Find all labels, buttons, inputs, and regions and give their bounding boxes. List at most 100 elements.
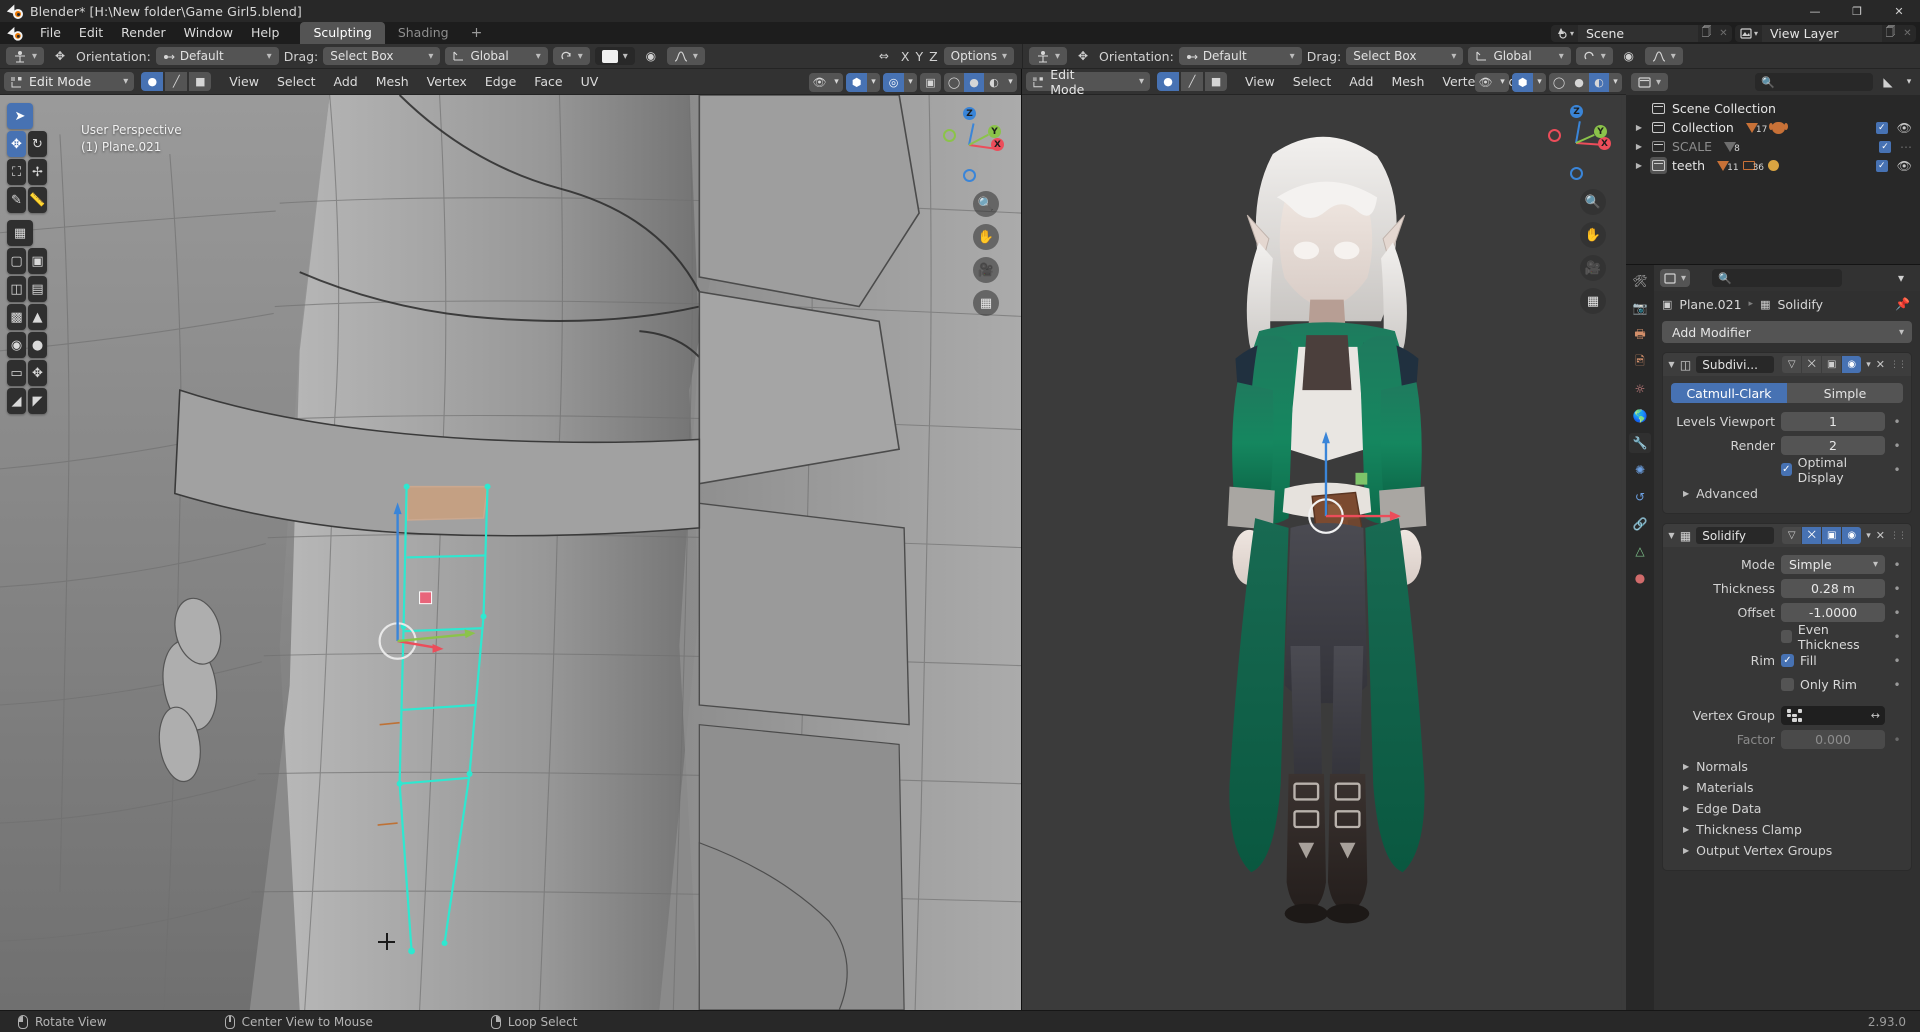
menu-window[interactable]: Window <box>175 23 242 43</box>
orientation-dropdown-2[interactable]: Default ▾ <box>1178 47 1302 65</box>
tool-shrink-icon[interactable]: ▭ <box>7 360 26 386</box>
properties-scroll-area[interactable]: Add Modifier ▾ ▼ ◫ Subdivi... ▽ ⨉ ▣ ◉ ▾ … <box>1654 317 1920 1010</box>
toggle-edit-mode-icon[interactable]: ⨉ <box>1802 527 1822 544</box>
subpanel-thickness-clamp[interactable]: ▶ Thickness Clamp <box>1671 819 1903 840</box>
tool-move-icon[interactable]: ✥ <box>7 131 26 157</box>
animate-dot-icon[interactable]: • <box>1891 464 1903 476</box>
toggle-render-icon[interactable]: ◉ <box>1842 527 1862 544</box>
drag-dropdown[interactable]: Select Box ▾ <box>323 47 441 65</box>
visibility-dropdown-icon-right[interactable]: ▾ <box>1496 73 1509 92</box>
tool-add-cube-icon[interactable]: ▦ <box>7 220 33 246</box>
animate-dot-icon[interactable]: • <box>1891 583 1903 595</box>
add-modifier-button[interactable]: Add Modifier ▾ <box>1662 321 1912 343</box>
transform-orientation-dropdown-2[interactable]: Global ▾ <box>1468 47 1571 65</box>
vertex-group-invert-icon[interactable]: ↔ <box>1871 709 1880 722</box>
camera-view-icon-right[interactable]: 🎥 <box>1580 255 1606 281</box>
blender-menu-icon[interactable] <box>7 24 23 41</box>
modifier-drag-handle[interactable]: ⋮⋮ <box>1890 531 1907 541</box>
falloff-dropdown[interactable]: ▾ <box>666 47 705 65</box>
tab-material[interactable]: ● <box>1629 568 1651 588</box>
tab-output[interactable]: 🖶 <box>1629 325 1651 345</box>
subpanel-normals[interactable]: ▶ Normals <box>1671 756 1903 777</box>
transform-orientation-dropdown[interactable]: Global ▾ <box>445 47 548 65</box>
tool-active-selector-2[interactable]: ▾ <box>1029 47 1068 65</box>
vp-menu-uv[interactable]: UV <box>573 72 607 91</box>
tab-modifiers[interactable]: 🔧 <box>1629 433 1651 453</box>
gizmo-y-axis[interactable]: Y <box>988 125 1001 138</box>
properties-editor-type[interactable]: ▾ <box>1660 269 1691 287</box>
gizmo-neg-z-axis[interactable] <box>963 169 976 182</box>
checkbox-rim-fill[interactable]: ✓ <box>1781 654 1794 667</box>
modifier-delete-icon[interactable]: ✕ <box>1876 358 1885 371</box>
eye-closed-icon[interactable]: ⋯ <box>1900 140 1912 154</box>
eye-icon[interactable]: 👁 <box>1897 121 1912 135</box>
expand-arrow-icon[interactable]: ▶ <box>1633 161 1645 170</box>
snap-magnet-icon-right[interactable]: ⬢ <box>1512 72 1533 92</box>
checkbox-optimal-display[interactable]: ✓ <box>1781 463 1792 476</box>
tab-tool[interactable]: 🛠 <box>1629 271 1651 291</box>
mode-selector-left[interactable]: Edit Mode ▾ <box>4 72 135 91</box>
tool-poly-build-icon[interactable]: ▲ <box>28 304 47 330</box>
subdivision-catmull-clark-button[interactable]: Catmull-Clark <box>1671 383 1787 403</box>
shading-solid-icon-right[interactable]: ● <box>1569 73 1589 92</box>
animate-dot-icon[interactable]: • <box>1891 734 1903 746</box>
mirror-y-toggle[interactable]: Y <box>915 49 923 64</box>
tool-extrude-icon[interactable]: ▢ <box>7 248 26 274</box>
xray-toggle-icon[interactable]: ▣ <box>920 73 941 92</box>
vertex-select-mode[interactable]: ● <box>141 72 164 91</box>
tool-knife-icon[interactable]: ▩ <box>7 304 26 330</box>
pan-hand-icon[interactable]: ✋ <box>973 224 999 250</box>
maximize-button[interactable]: ❐ <box>1836 0 1878 22</box>
gizmo-x-axis-right[interactable]: X <box>1598 137 1611 150</box>
toggle-on-cage-icon[interactable]: ▽ <box>1782 527 1802 544</box>
subpanel-output-vertex-groups[interactable]: ▶ Output Vertex Groups <box>1671 840 1903 861</box>
modifier-header-subdivision[interactable]: ▼ ◫ Subdivi... ▽ ⨉ ▣ ◉ ▾ ✕ ⋮⋮ <box>1663 353 1911 376</box>
tab-scene[interactable]: ☼ <box>1629 379 1651 399</box>
field-solidify-thickness[interactable]: 0.28 m <box>1781 579 1885 598</box>
edge-select-mode-right[interactable]: ╱ <box>1181 72 1204 91</box>
vp2-menu-select[interactable]: Select <box>1285 72 1340 91</box>
navigation-gizmo[interactable]: Z X Y <box>933 107 1005 182</box>
collapse-arrow-icon[interactable]: ▼ <box>1668 360 1675 369</box>
subdivision-simple-button[interactable]: Simple <box>1787 383 1903 403</box>
falloff-dropdown-2[interactable]: ▾ <box>1644 47 1683 65</box>
proportional-editing-toggle[interactable]: ◉ <box>640 47 662 65</box>
tab-view-layer[interactable]: 🖻 <box>1629 352 1651 372</box>
view-layer-remove-button[interactable]: ✕ <box>1899 25 1916 42</box>
scene-selector[interactable]: ▾ Scene 🗍 ✕ <box>1550 24 1732 42</box>
subpanel-materials[interactable]: ▶ Materials <box>1671 777 1903 798</box>
shading-wireframe-icon-right[interactable]: ◯ <box>1549 73 1569 92</box>
vp-menu-vertex[interactable]: Vertex <box>419 72 475 91</box>
tool-loopcut-icon[interactable]: ▤ <box>28 276 47 302</box>
outliner-search-input[interactable]: 🔍 <box>1755 73 1873 91</box>
drag-dropdown-2[interactable]: Select Box ▾ <box>1346 47 1464 65</box>
menu-help[interactable]: Help <box>242 23 289 43</box>
view-layer-selector[interactable]: ▾ View Layer 🗍 ✕ <box>1734 24 1916 42</box>
animate-dot-icon[interactable]: • <box>1891 631 1903 643</box>
visibility-eye-icon-right[interactable]: 👁 <box>1475 73 1496 92</box>
shading-material-icon-right[interactable]: ◐ <box>1589 72 1609 92</box>
overlays-dropdown-icon[interactable]: ▾ <box>904 73 917 92</box>
subpanel-advanced[interactable]: ▶ Advanced <box>1671 483 1903 504</box>
options-dropdown[interactable]: Options ▾ <box>943 47 1014 65</box>
modifier-delete-icon[interactable]: ✕ <box>1876 529 1885 542</box>
gizmo-x-axis[interactable]: X <box>991 138 1004 151</box>
vp-menu-view[interactable]: View <box>221 72 267 91</box>
snap-dropdown[interactable]: ▾ <box>552 47 590 65</box>
vp-menu-select[interactable]: Select <box>269 72 324 91</box>
shading-solid-icon[interactable]: ● <box>964 72 984 92</box>
tab-world[interactable]: 🌎 <box>1629 406 1651 426</box>
vp-menu-mesh[interactable]: Mesh <box>368 72 417 91</box>
add-workspace-button[interactable]: + <box>462 23 492 44</box>
tool-inset-icon[interactable]: ▣ <box>28 248 47 274</box>
checkbox-only-rim[interactable]: ✓ <box>1781 678 1794 691</box>
toggle-on-cage-icon[interactable]: ▽ <box>1782 356 1802 373</box>
modifier-name-subdivision[interactable]: Subdivi... <box>1696 356 1775 373</box>
outliner-row-teeth[interactable]: ▶ teeth 11 36 ✓ 👁 <box>1626 156 1920 175</box>
mirror-z-toggle[interactable]: Z <box>929 49 938 64</box>
tool-annotate-icon[interactable]: ✎ <box>7 187 26 213</box>
tool-active-selector[interactable]: ▾ <box>6 47 45 65</box>
view-layer-name-field[interactable]: View Layer <box>1762 24 1882 42</box>
scene-copy-button[interactable]: 🗍 <box>1698 25 1715 42</box>
vp2-menu-mesh[interactable]: Mesh <box>1383 72 1432 91</box>
